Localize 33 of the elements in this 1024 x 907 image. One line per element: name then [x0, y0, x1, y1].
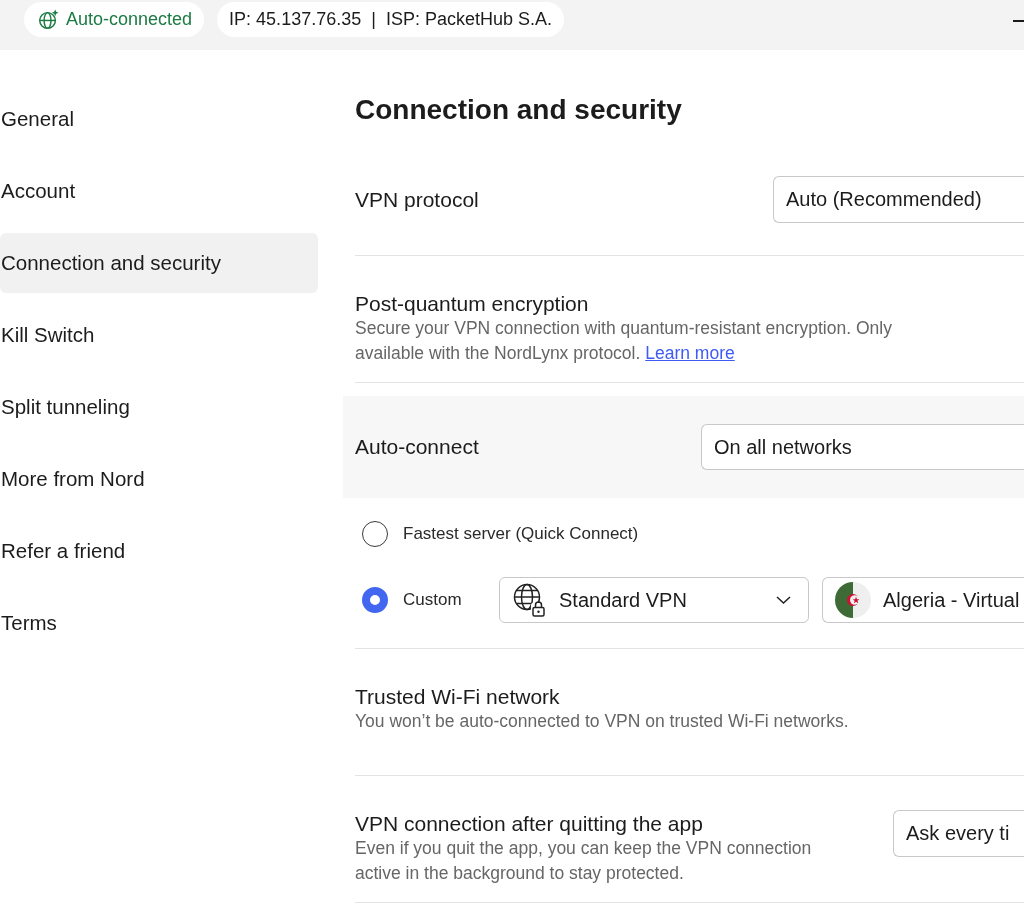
dropdown[interactable]: On all networks — [701, 424, 1024, 470]
sidebar-item[interactable]: Split tunneling — [0, 377, 318, 437]
setting-title: VPN protocol — [355, 187, 479, 212]
globe-lock-icon — [513, 583, 547, 617]
sidebar-item[interactable]: More from Nord — [0, 449, 318, 509]
chevron-down-icon — [776, 596, 791, 604]
flag-icon — [835, 582, 871, 618]
globe-icon — [38, 9, 59, 30]
sidebar-item[interactable]: Terms — [0, 593, 318, 653]
setting-title: Trusted Wi-Fi network — [355, 685, 560, 709]
radio-button[interactable] — [362, 521, 388, 547]
picker-dropdown[interactable]: Algeria - Virtual — [822, 577, 1024, 623]
setting-title: Post-quantum encryption — [355, 292, 589, 316]
status-label: Auto-connected — [66, 9, 193, 30]
connection-info: IP: 45.137.76.35 | ISP: PacketHub S.A. — [217, 2, 564, 37]
learn-more-link[interactable]: Learn more — [645, 343, 735, 363]
dropdown[interactable]: Ask every ti — [893, 810, 1024, 857]
dropdown[interactable]: Auto (Recommended) — [773, 176, 1024, 223]
setting-description: Secure your VPN connection with quantum-resistant encryption. Only available with the NordLynx protocol. Learn more — [355, 317, 893, 365]
picker-dropdown[interactable]: Standard VPN — [499, 577, 809, 623]
sidebar-item[interactable]: Refer a friend — [0, 521, 318, 581]
radio-button[interactable] — [362, 587, 388, 613]
radio-label: Fastest server (Quick Connect) — [403, 524, 639, 544]
sidebar-item[interactable]: General — [0, 89, 318, 149]
radio-label: Custom — [403, 590, 463, 610]
setting-description: Even if you quit the app, you can keep the VPN connection active in the background to stay protected. — [355, 837, 813, 885]
sidebar-item[interactable]: Kill Switch — [0, 305, 318, 365]
setting-title: Auto-connect — [355, 435, 479, 459]
setting-description: You won’t be auto-connected to VPN on trusted Wi-Fi networks. — [355, 710, 849, 733]
page-title: Connection and security — [355, 93, 682, 127]
sidebar-item[interactable]: Connection and security — [0, 233, 318, 293]
setting-title: VPN connection after quitting the app — [355, 812, 703, 836]
sidebar-item[interactable]: Account — [0, 161, 318, 221]
